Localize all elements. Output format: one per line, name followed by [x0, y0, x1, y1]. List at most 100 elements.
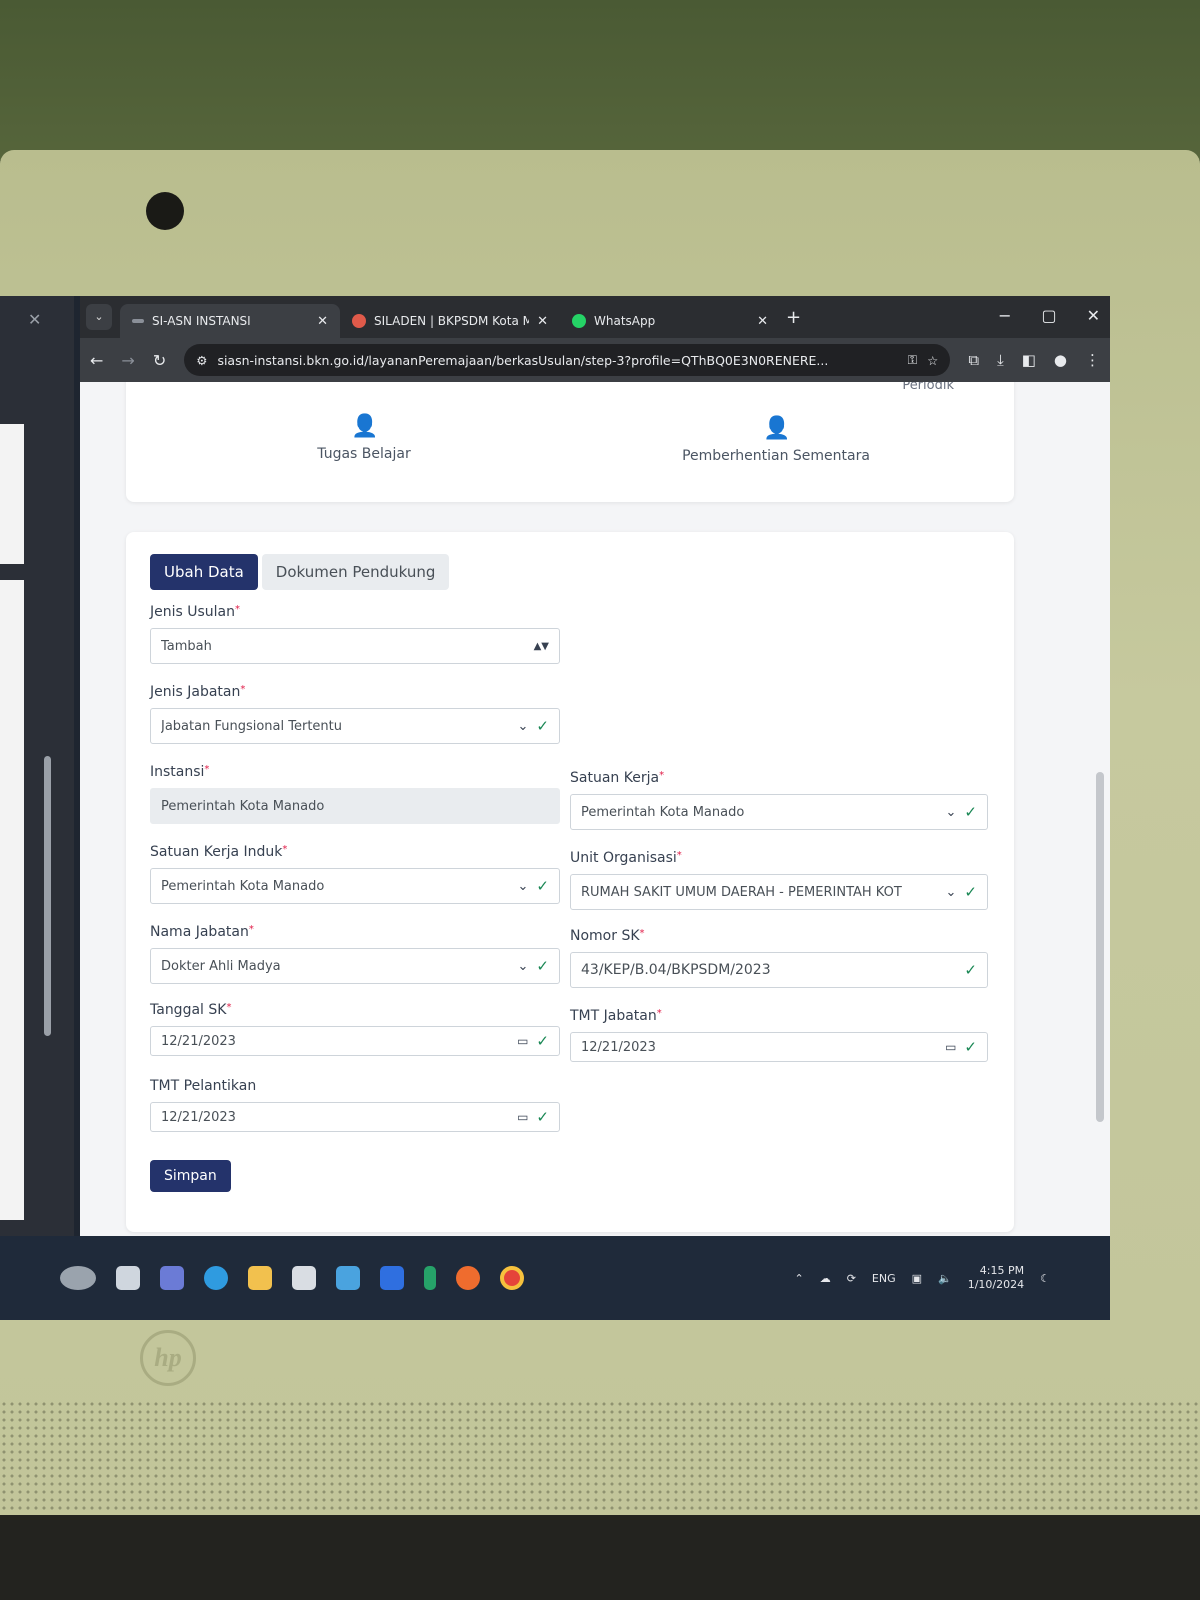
- tab-search-button[interactable]: ⌄: [86, 304, 112, 330]
- jenis-jabatan-select[interactable]: Jabatan Fungsional Tertentu ⌄ ✓: [150, 708, 560, 744]
- satuan-kerja-select[interactable]: Pemerintah Kota Manado ⌄ ✓: [570, 794, 988, 830]
- network-icon[interactable]: ▣: [912, 1272, 922, 1285]
- url-input[interactable]: ⚙ siasn-instansi.bkn.go.id/layananPerema…: [184, 344, 951, 376]
- minimize-icon[interactable]: −: [998, 306, 1011, 325]
- field-label: Jenis Jabatan*: [150, 684, 560, 700]
- nama-jabatan-field: Nama Jabatan* Dokter Ahli Madya ⌄ ✓: [150, 924, 560, 984]
- teams-icon[interactable]: [160, 1266, 184, 1290]
- nomor-sk-input[interactable]: 43/KEP/B.04/BKPSDM/2023 ✓: [570, 952, 988, 988]
- side-panel-icon[interactable]: ◧: [1022, 351, 1036, 369]
- field-label: Instansi*: [150, 764, 560, 780]
- user-check-icon: 👤: [763, 416, 791, 441]
- favicon-icon: [352, 314, 366, 328]
- tab-bar: ⌄ SI-ASN INSTANSI ✕ SILADEN | BKPSDM Kot…: [80, 296, 1110, 338]
- check-icon: ✓: [536, 1108, 549, 1126]
- edge-icon[interactable]: [204, 1266, 228, 1290]
- weather-icon[interactable]: [60, 1266, 96, 1290]
- maximize-icon[interactable]: ▢: [1041, 306, 1056, 325]
- required-mark: *: [656, 1008, 662, 1019]
- password-key-icon[interactable]: ⚿: [908, 352, 918, 368]
- forward-icon[interactable]: →: [121, 351, 134, 370]
- profile-icon[interactable]: ●: [1054, 351, 1067, 369]
- task-view-icon[interactable]: [116, 1266, 140, 1290]
- clock[interactable]: 4:15 PM 1/10/2024: [968, 1264, 1024, 1292]
- calendar-icon[interactable]: ▭: [517, 1034, 528, 1048]
- mail-icon[interactable]: [336, 1266, 360, 1290]
- clock-date: 1/10/2024: [967, 1278, 1025, 1291]
- chrome-icon[interactable]: [500, 1266, 524, 1290]
- firefox-icon[interactable]: [456, 1266, 480, 1290]
- app-icon[interactable]: [424, 1266, 436, 1290]
- cloud-icon[interactable]: ☁: [820, 1272, 831, 1285]
- chevron-down-icon: ⌄: [517, 878, 529, 894]
- jenis-jabatan-label: Jenis Jabatan: [150, 684, 241, 700]
- tanggal-sk-field: Tanggal SK* 12/21/2023 ▭ ✓: [150, 1002, 560, 1056]
- tab-siladen[interactable]: SILADEN | BKPSDM Kota Mana ✕: [340, 304, 560, 338]
- close-icon[interactable]: ✕: [28, 310, 41, 329]
- menu-item-periodik[interactable]: Periodik: [902, 382, 954, 393]
- unit-organisasi-select[interactable]: RUMAH SAKIT UMUM DAERAH - PEMERINTAH KOT…: [570, 874, 988, 910]
- chevron-up-icon[interactable]: ⌃: [794, 1272, 803, 1285]
- nomor-sk-value: 43/KEP/B.04/BKPSDM/2023: [581, 962, 771, 978]
- page-scrollbar[interactable]: [1096, 772, 1104, 1122]
- tanggal-sk-date-input[interactable]: 12/21/2023 ▭ ✓: [150, 1026, 560, 1056]
- calendar-icon[interactable]: ▭: [517, 1110, 528, 1124]
- close-icon[interactable]: ✕: [1087, 306, 1100, 325]
- save-button[interactable]: Simpan: [150, 1160, 231, 1192]
- unit-organisasi-field: Unit Organisasi* RUMAH SAKIT UMUM DAERAH…: [570, 850, 988, 910]
- chevron-down-icon: ⌄: [517, 958, 529, 974]
- tmt-jabatan-date-input[interactable]: 12/21/2023 ▭ ✓: [570, 1032, 988, 1062]
- jenis-jabatan-field: Jenis Jabatan* Jabatan Fungsional Terten…: [150, 684, 560, 744]
- reload-icon[interactable]: ↻: [153, 351, 166, 370]
- volume-icon[interactable]: 🔈: [938, 1272, 952, 1285]
- tmt-jabatan-label: TMT Jabatan: [570, 1008, 657, 1024]
- tab-siasn[interactable]: SI-ASN INSTANSI ✕: [120, 304, 340, 338]
- tab-label: SILADEN | BKPSDM Kota Mana: [374, 314, 530, 328]
- close-icon[interactable]: ✕: [537, 314, 548, 329]
- jenis-usulan-value: Tambah: [161, 638, 212, 654]
- new-tab-icon[interactable]: +: [786, 307, 801, 328]
- nama-jabatan-select[interactable]: Dokter Ahli Madya ⌄ ✓: [150, 948, 560, 984]
- download-icon[interactable]: ⤓: [997, 351, 1004, 369]
- jenis-usulan-select[interactable]: Tambah ▲▼: [150, 628, 560, 664]
- required-mark: *: [240, 684, 246, 695]
- close-icon[interactable]: ✕: [757, 314, 768, 329]
- file-explorer-icon[interactable]: [248, 1266, 272, 1290]
- monitor-screen: ✕ ⌄ SI-ASN INSTANSI ✕ SILADEN | BKPSDM K…: [0, 296, 1110, 1320]
- site-info-icon[interactable]: ⚙: [196, 353, 207, 368]
- menu-dots-icon[interactable]: ⋮: [1085, 351, 1100, 369]
- instansi-input: Pemerintah Kota Manado: [150, 788, 560, 824]
- close-icon[interactable]: ✕: [317, 314, 328, 329]
- notification-icon[interactable]: ☾: [1040, 1272, 1050, 1285]
- tab-ubah-data[interactable]: Ubah Data: [150, 554, 258, 590]
- dropbox-icon[interactable]: [380, 1266, 404, 1290]
- field-label: Nama Jabatan*: [150, 924, 560, 940]
- sync-icon[interactable]: ⟳: [847, 1272, 856, 1285]
- check-icon: ✓: [536, 717, 549, 735]
- system-tray: ⌃ ☁ ⟳ ENG ▣ 🔈 4:15 PM 1/10/2024 ☾: [794, 1264, 1050, 1292]
- language-indicator[interactable]: ENG: [872, 1272, 896, 1285]
- menu-item-tugas-belajar[interactable]: 👤 Tugas Belajar: [304, 414, 424, 462]
- extensions-icon[interactable]: ⧉: [968, 351, 979, 369]
- check-icon: ✓: [964, 961, 977, 979]
- jenis-usulan-field: Jenis Usulan* Tambah ▲▼: [150, 604, 560, 664]
- check-icon: ✓: [536, 877, 549, 895]
- window-pane: [0, 580, 24, 1220]
- back-icon[interactable]: ←: [90, 351, 103, 370]
- menu-item-label: Pemberhentian Sementara: [682, 448, 870, 464]
- tab-dokumen-pendukung[interactable]: Dokumen Pendukung: [261, 554, 450, 590]
- scrollbar[interactable]: [44, 756, 51, 1036]
- store-icon[interactable]: [292, 1266, 316, 1290]
- menu-item-pemberhentian-sementara[interactable]: 👤 Pemberhentian Sementara: [676, 416, 876, 464]
- tanggal-sk-label: Tanggal SK: [150, 1002, 227, 1018]
- required-mark: *: [659, 770, 665, 781]
- calendar-icon[interactable]: ▭: [945, 1040, 956, 1054]
- satuan-kerja-field: Satuan Kerja* Pemerintah Kota Manado ⌄ ✓: [570, 770, 988, 830]
- tmt-pelantikan-date-input[interactable]: 12/21/2023 ▭ ✓: [150, 1102, 560, 1132]
- tab-whatsapp[interactable]: WhatsApp ✕: [560, 304, 780, 338]
- bookmark-star-icon[interactable]: ☆: [927, 353, 938, 368]
- nomor-sk-label: Nomor SK: [570, 928, 640, 944]
- field-label: TMT Pelantikan: [150, 1078, 560, 1094]
- taskbar: ⌃ ☁ ⟳ ENG ▣ 🔈 4:15 PM 1/10/2024 ☾: [0, 1236, 1110, 1320]
- satuan-kerja-induk-select[interactable]: Pemerintah Kota Manado ⌄ ✓: [150, 868, 560, 904]
